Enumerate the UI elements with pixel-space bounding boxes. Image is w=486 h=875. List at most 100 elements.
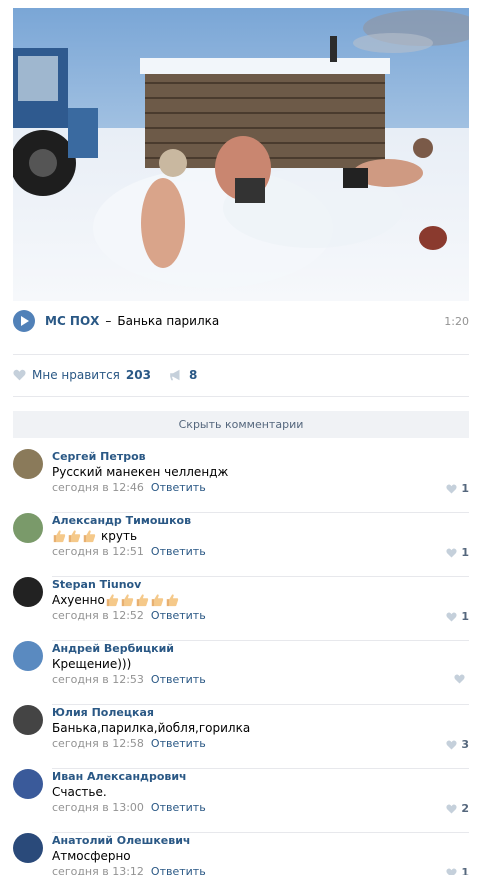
- comment-time[interactable]: сегодня в 12:53: [52, 673, 144, 686]
- comment-item: Сергей Петров Русский манекен челлендж с…: [13, 449, 469, 513]
- thumbs-up-emoji-icon: [53, 530, 66, 543]
- comment-author[interactable]: Stepan Tiunov: [52, 578, 141, 591]
- comment-text: Банька,парилка,йобля,горилка: [52, 721, 251, 735]
- avatar[interactable]: [13, 641, 43, 671]
- comment-meta: сегодня в 13:00 Ответить: [52, 801, 206, 814]
- divider: [13, 396, 469, 397]
- comment-item: Иван Александрович Счастье. сегодня в 13…: [13, 769, 469, 833]
- avatar[interactable]: [13, 769, 43, 799]
- thumbs-up-emoji-icon: [151, 594, 163, 607]
- comment-author[interactable]: Александр Тимошков: [52, 514, 191, 527]
- hide-comments-button[interactable]: Скрыть комментарии: [13, 411, 469, 438]
- megaphone-icon: [170, 369, 180, 381]
- comment-meta: сегодня в 12:53 Ответить: [52, 673, 206, 686]
- reply-button[interactable]: Ответить: [151, 865, 206, 875]
- comment-meta: сегодня в 12:58 Ответить: [52, 737, 206, 750]
- heart-icon: [454, 674, 465, 684]
- audio-attachment: MC ПОХ – Банька парилка 1:20: [13, 310, 469, 332]
- comment-text-row: Счастье.: [52, 785, 107, 799]
- winter-banya-photo: [13, 8, 469, 301]
- comment-time[interactable]: сегодня в 12:52: [52, 609, 144, 622]
- comment-time[interactable]: сегодня в 12:58: [52, 737, 144, 750]
- like-button[interactable]: Мне нравится 203: [13, 368, 151, 382]
- comment-like-button[interactable]: 3: [446, 738, 469, 751]
- comment-like-count: 2: [461, 802, 469, 815]
- heart-icon: [13, 369, 26, 381]
- comment-like-button[interactable]: [454, 674, 469, 684]
- comment-like-button[interactable]: 1: [446, 610, 469, 623]
- heart-icon: [446, 548, 457, 558]
- comment-text-row: Крещение))): [52, 657, 131, 671]
- heart-icon: [446, 740, 457, 750]
- comment-text-row: Ахуенно: [52, 593, 180, 607]
- comment-text-row: Атмосферно: [52, 849, 131, 863]
- comment-text-row: Банька,парилка,йобля,горилка: [52, 721, 250, 735]
- share-count: 8: [188, 368, 198, 382]
- comment-like-count: 3: [461, 738, 469, 751]
- reply-button[interactable]: Ответить: [151, 737, 206, 750]
- share-button[interactable]: 8: [169, 368, 197, 382]
- comment-like-count: 1: [461, 482, 469, 495]
- reply-button[interactable]: Ответить: [151, 801, 206, 814]
- post-actions: Мне нравится 203 8: [13, 365, 197, 385]
- comment-like-count: 1: [461, 610, 469, 623]
- play-button[interactable]: [13, 310, 35, 332]
- thumbs-up-emoji-icon: [121, 594, 133, 607]
- comment-text-row: Русский манекен челлендж: [52, 465, 228, 479]
- comment-item: Александр Тимошков круть сегодня в 12:51…: [13, 513, 469, 577]
- comment-like-button[interactable]: 1: [446, 482, 469, 495]
- comment-time[interactable]: сегодня в 13:12: [52, 865, 144, 875]
- comment-text: Русский манекен челлендж: [52, 465, 229, 479]
- reply-button[interactable]: Ответить: [151, 673, 206, 686]
- comment-like-count: 1: [461, 546, 469, 559]
- comment-meta: сегодня в 13:12 Ответить: [52, 865, 206, 875]
- comment-author[interactable]: Юлия Полецкая: [52, 706, 154, 719]
- avatar[interactable]: [13, 833, 43, 863]
- post-photo[interactable]: [13, 8, 469, 301]
- comment-like-count: 1: [461, 866, 469, 875]
- thumbs-up-emoji-icon: [136, 594, 148, 607]
- play-icon: [21, 316, 29, 326]
- avatar[interactable]: [13, 577, 43, 607]
- avatar[interactable]: [13, 449, 43, 479]
- comment-text: Крещение))): [52, 657, 132, 671]
- reply-button[interactable]: Ответить: [151, 481, 206, 494]
- comment-text: Счастье.: [52, 785, 107, 799]
- comment-meta: сегодня в 12:52 Ответить: [52, 609, 206, 622]
- comment-meta: сегодня в 12:46 Ответить: [52, 481, 206, 494]
- comment-author[interactable]: Андрей Вербицкий: [52, 642, 174, 655]
- comment-text: круть: [101, 529, 138, 543]
- audio-title[interactable]: Банька парилка: [117, 314, 219, 328]
- comment-text: Ахуенно: [52, 593, 105, 607]
- comment-time[interactable]: сегодня в 12:46: [52, 481, 144, 494]
- reply-button[interactable]: Ответить: [151, 609, 206, 622]
- reply-button[interactable]: Ответить: [151, 545, 206, 558]
- comment-item: Юлия Полецкая Банька,парилка,йобля,горил…: [13, 705, 469, 769]
- audio-artist[interactable]: MC ПОХ: [45, 314, 99, 328]
- divider: [13, 354, 469, 355]
- like-label: Мне нравится: [32, 368, 120, 382]
- comment-item: Анатолий Олешкевич Атмосферно сегодня в …: [13, 833, 469, 875]
- thumbs-up-emoji-icon: [106, 594, 118, 607]
- comment-time[interactable]: сегодня в 12:51: [52, 545, 144, 558]
- comment-author[interactable]: Анатолий Олешкевич: [52, 834, 190, 847]
- comment-author[interactable]: Сергей Петров: [52, 450, 146, 463]
- comment-text-row: круть: [52, 529, 137, 543]
- audio-duration: 1:20: [444, 314, 469, 328]
- thumbs-up-emoji-icon: [166, 594, 178, 607]
- avatar[interactable]: [13, 705, 43, 735]
- heart-icon: [446, 612, 457, 622]
- heart-icon: [446, 484, 457, 494]
- comment-like-button[interactable]: 2: [446, 802, 469, 815]
- comment-text: Атмосферно: [52, 849, 131, 863]
- comment-item: Андрей Вербицкий Крещение))) сегодня в 1…: [13, 641, 469, 705]
- comment-item: Stepan Tiunov Ахуенно сегодня в 12:52 Отв…: [13, 577, 469, 641]
- avatar[interactable]: [13, 513, 43, 543]
- comment-author[interactable]: Иван Александрович: [52, 770, 187, 783]
- heart-icon: [446, 868, 457, 875]
- comment-like-button[interactable]: 1: [446, 546, 469, 559]
- heart-icon: [446, 804, 457, 814]
- like-count: 203: [125, 368, 151, 382]
- comment-like-button[interactable]: 1: [446, 866, 469, 875]
- comment-time[interactable]: сегодня в 13:00: [52, 801, 144, 814]
